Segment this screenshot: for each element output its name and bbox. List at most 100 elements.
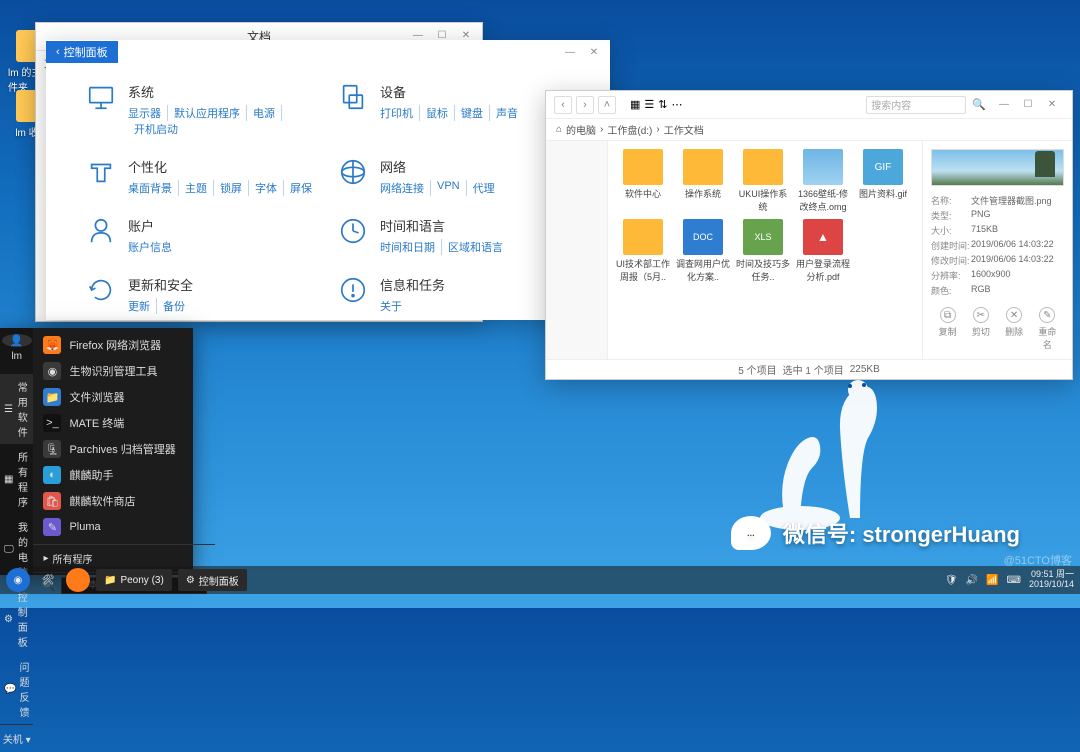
action-icon: ✂	[973, 307, 989, 323]
control-panel-window[interactable]: ‹ 控制面板 — ✕ 系统 显示器默认应用程序电源开机启动 设备 打印机鼠标键盘…	[46, 40, 610, 320]
ctrl-link[interactable]: 账户信息	[128, 239, 178, 255]
ctrl-link[interactable]: 屏保	[284, 180, 318, 196]
fm-sidebar[interactable]	[546, 141, 608, 359]
breadcrumb[interactable]: ⌂ 的电脑› 工作盘(d:)› 工作文档	[546, 119, 1072, 141]
taskbar-task[interactable]: 📁Peony (3)	[96, 569, 172, 591]
ctrl-link[interactable]: 电源	[247, 105, 282, 121]
ctrl-link[interactable]: 网络连接	[380, 180, 431, 196]
ctrl-link[interactable]: 桌面背景	[128, 180, 179, 196]
tray-network-icon[interactable]: 📶	[986, 575, 998, 586]
file-tile[interactable]: ▲用户登录流程分析.pdf	[796, 219, 850, 283]
ctrl-link[interactable]: 锁屏	[214, 180, 249, 196]
start-nav-1[interactable]: ▦所有程序	[0, 444, 33, 514]
ctrl-link[interactable]: 时间和日期	[380, 239, 442, 255]
ctrl-link[interactable]: 代理	[467, 180, 501, 196]
status-selection: 选中 1 个项目	[783, 362, 844, 377]
start-menu[interactable]: 👤 lm ☰常用软件▦所有程序🖵我的电脑⚙控制面板💬问题反馈 关机 ▾ 🦊Fir…	[0, 328, 193, 575]
app-icon: 🦊	[43, 336, 61, 354]
ctrl-link[interactable]: 显示器	[128, 105, 168, 121]
avatar[interactable]: 👤	[2, 334, 32, 347]
ctrl-category-title: 信息和任务	[380, 275, 445, 294]
preview-action-复制[interactable]: ⧉复制	[937, 307, 959, 351]
home-icon[interactable]: ⌂	[556, 124, 562, 135]
start-app-item[interactable]: ✎Pluma	[33, 514, 215, 540]
start-nav-0[interactable]: ☰常用软件	[0, 374, 33, 444]
preview-action-删除[interactable]: ✕删除	[1003, 307, 1025, 351]
file-name: UI技术部工作周报（5月..	[616, 257, 670, 283]
tray-volume-icon[interactable]: 🔊	[966, 575, 978, 586]
ctrl-link[interactable]: 字体	[249, 180, 284, 196]
file-thumb-icon	[743, 149, 783, 185]
nav-icon: ☰	[4, 404, 13, 415]
ctrl-link[interactable]: 声音	[490, 105, 524, 121]
tray-shield-icon[interactable]: 🛡	[945, 575, 958, 586]
nav-forward-button[interactable]: ›	[576, 96, 594, 114]
ctrl-link[interactable]: 鼠标	[420, 105, 455, 121]
start-nav-3[interactable]: ⚙控制面板	[0, 584, 33, 654]
fm-search-input[interactable]: 搜索内容	[866, 96, 966, 114]
taskbar-app-icon[interactable]: 🛠	[36, 568, 60, 592]
ctrl-link[interactable]: 关于	[380, 298, 408, 314]
crumb[interactable]: 工作盘(d:)	[607, 122, 652, 137]
app-icon: 📁	[43, 388, 61, 406]
action-icon: ⧉	[940, 307, 956, 323]
file-tile[interactable]: 软件中心	[616, 149, 670, 213]
ctrl-link[interactable]: 默认应用程序	[168, 105, 247, 121]
file-tile[interactable]: 1366壁纸-修改终点.omg	[796, 149, 850, 213]
start-app-item[interactable]: 🦊Firefox 网络浏览器	[33, 332, 215, 358]
taskbar-task[interactable]: ⚙控制面板	[178, 569, 247, 591]
ctrl-link[interactable]: 更新	[128, 298, 157, 314]
crumb[interactable]: 的电脑	[566, 122, 596, 137]
close-button[interactable]: ✕	[582, 40, 606, 64]
file-tile[interactable]: DOC调查网用户优化方案..	[676, 219, 730, 283]
file-tile[interactable]: GIF图片资料.gif	[856, 149, 910, 213]
app-label: 麒麟助手	[69, 467, 113, 483]
file-manager-window[interactable]: ‹ › ˄ ▦ ☰ ⇅ ⋯ 搜索内容 🔍 — ☐ ✕ ⌂ 的电脑› 工作盘(d:…	[545, 90, 1073, 380]
view-list-button[interactable]: ☰	[644, 98, 654, 111]
file-tile[interactable]: XLS时间及技巧多任务..	[736, 219, 790, 283]
preview-action-剪切[interactable]: ✂剪切	[970, 307, 992, 351]
start-nav-4[interactable]: 💬问题反馈	[0, 654, 33, 724]
ctrl-link[interactable]: 开机启动	[128, 121, 184, 137]
preview-action-重命名[interactable]: ✎重命名	[1036, 307, 1058, 351]
tab-control-panel[interactable]: ‹ 控制面板	[46, 41, 118, 63]
file-tile[interactable]: 操作系统	[676, 149, 730, 213]
nav-up-button[interactable]: ˄	[598, 96, 616, 114]
crumb[interactable]: 工作文档	[664, 122, 704, 137]
ctrl-category-icon	[86, 82, 116, 112]
ctrl-link[interactable]: 键盘	[455, 105, 490, 121]
ctrl-link[interactable]: 打印机	[380, 105, 420, 121]
start-app-item[interactable]: 🗜Parchives 归档管理器	[33, 436, 215, 462]
start-app-item[interactable]: ◉生物识别管理工具	[33, 358, 215, 384]
view-sort-button[interactable]: ⇅	[658, 98, 667, 111]
ctrl-category: 信息和任务 关于	[338, 275, 570, 314]
start-app-item[interactable]: >_MATE 终端	[33, 410, 215, 436]
taskbar-clock[interactable]: 09:51 周一 2019/10/14	[1029, 570, 1074, 590]
start-app-item[interactable]: 🛍麒麟软件商店	[33, 488, 215, 514]
power-button[interactable]: 关机 ▾	[0, 724, 33, 752]
minimize-button[interactable]: —	[558, 40, 582, 64]
search-icon[interactable]: 🔍	[972, 98, 986, 111]
ctrl-link[interactable]: 区域和语言	[442, 239, 509, 255]
start-app-item[interactable]: ◐麒麟助手	[33, 462, 215, 488]
taskbar[interactable]: ◉ 🛠 📁Peony (3) ⚙控制面板 🛡 🔊 📶 ⌨ 09:51 周一 201…	[0, 566, 1080, 594]
ctrl-link[interactable]: 主题	[179, 180, 214, 196]
nav-back-button[interactable]: ‹	[554, 96, 572, 114]
ctrl-link[interactable]: 备份	[157, 298, 191, 314]
view-icons-button[interactable]: ▦	[630, 98, 640, 111]
taskbar-firefox-icon[interactable]	[66, 568, 90, 592]
start-button[interactable]: ◉	[6, 568, 30, 592]
minimize-button[interactable]: —	[992, 93, 1016, 117]
back-icon[interactable]: ‹	[56, 46, 60, 58]
file-tile[interactable]: UKUI操作系统	[736, 149, 790, 213]
maximize-button[interactable]: ☐	[1016, 93, 1040, 117]
app-icon: ✎	[43, 518, 61, 536]
start-app-item[interactable]: 📁文件浏览器	[33, 384, 215, 410]
nav-icon: 💬	[4, 684, 16, 695]
view-more-button[interactable]: ⋯	[672, 98, 683, 111]
fm-file-grid[interactable]: 软件中心操作系统UKUI操作系统1366壁纸-修改终点.omgGIF图片资料.g…	[608, 141, 922, 359]
file-tile[interactable]: UI技术部工作周报（5月..	[616, 219, 670, 283]
ctrl-link[interactable]: VPN	[431, 180, 467, 196]
close-button[interactable]: ✕	[1040, 93, 1064, 117]
tray-keyboard-icon[interactable]: ⌨	[1007, 575, 1021, 586]
